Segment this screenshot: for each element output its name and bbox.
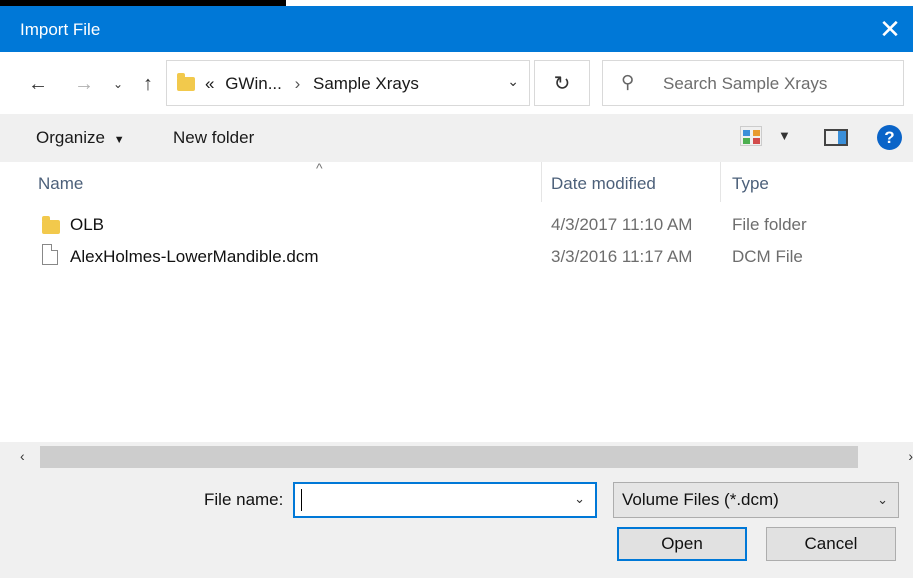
recent-locations-chevron-down-icon[interactable]: ⌄ (106, 72, 130, 96)
file-name-field[interactable]: ⌄ (293, 482, 597, 518)
breadcrumb-item-sample-xrays[interactable]: Sample Xrays (313, 74, 419, 93)
organize-dropdown-icon: ▼ (113, 134, 125, 146)
title-bar: Import File ✕ (0, 6, 913, 52)
list-item[interactable]: OLB 4/3/2017 11:10 AM File folder (0, 210, 913, 242)
change-view-icon[interactable] (740, 126, 762, 146)
command-toolbar: Organize ▼ New folder ▼ ? (0, 114, 913, 162)
help-icon[interactable]: ? (877, 125, 902, 150)
list-item[interactable]: AlexHolmes-LowerMandible.dcm 3/3/2016 11… (0, 242, 913, 274)
organize-label: Organize (36, 128, 105, 147)
cancel-button[interactable]: Cancel (766, 527, 896, 561)
column-header-name[interactable]: Name (38, 174, 83, 194)
folder-icon (42, 216, 60, 234)
folder-icon (177, 73, 195, 91)
document-icon (42, 244, 58, 265)
file-list: ^ Name Date modified Type OLB 4/3/2017 1… (0, 160, 913, 442)
back-arrow-icon[interactable]: ← (26, 72, 50, 96)
refresh-button[interactable]: ↻ (534, 60, 590, 106)
file-type-filter-select[interactable]: Volume Files (*.dcm) ⌄ (613, 482, 899, 518)
preview-pane-icon[interactable] (824, 129, 848, 146)
organize-button[interactable]: Organize ▼ (36, 128, 125, 148)
file-name-label: File name: (204, 490, 284, 509)
text-caret (301, 489, 302, 511)
forward-arrow-icon[interactable]: → (72, 72, 96, 96)
column-header-date-modified[interactable]: Date modified (551, 174, 656, 194)
dialog-title: Import File (20, 20, 101, 39)
search-placeholder: Search Sample Xrays (663, 74, 828, 93)
import-file-dialog: Import File ✕ ← → ⌄ ↑ « GWin... › Sample… (0, 0, 913, 578)
column-header-type[interactable]: Type (732, 174, 769, 194)
close-icon[interactable]: ✕ (875, 14, 905, 44)
breadcrumb-overflow[interactable]: « (205, 74, 214, 93)
file-date-modified: 4/3/2017 11:10 AM (551, 215, 693, 234)
refresh-icon: ↻ (553, 72, 571, 95)
search-input[interactable]: ⚲ Search Sample Xrays (602, 60, 904, 106)
column-header-row: ^ Name Date modified Type (0, 160, 913, 202)
column-divider[interactable] (541, 162, 542, 202)
scroll-right-arrow-icon[interactable]: › (908, 448, 913, 464)
breadcrumb-separator-icon: › (294, 74, 301, 93)
file-name: AlexHolmes-LowerMandible.dcm (70, 247, 319, 266)
file-name: OLB (70, 215, 105, 234)
dialog-footer: File name: ⌄ Volume Files (*.dcm) ⌄ Open… (0, 470, 913, 578)
address-dropdown-chevron-down-icon[interactable]: ⌄ (507, 73, 519, 90)
scroll-left-arrow-icon[interactable]: ‹ (20, 448, 25, 464)
file-name-history-chevron-down-icon[interactable]: ⌄ (574, 491, 585, 507)
open-button[interactable]: Open (617, 527, 747, 561)
breadcrumb-item-gwin[interactable]: GWin... (219, 74, 282, 93)
search-icon: ⚲ (621, 72, 635, 92)
chevron-down-icon: ⌄ (877, 492, 888, 507)
horizontal-scrollbar[interactable]: ‹ › (18, 444, 913, 470)
new-folder-button[interactable]: New folder (173, 128, 254, 148)
address-bar: ← → ⌄ ↑ « GWin... › Sample Xrays ⌄ ↻ ⚲ S… (0, 52, 913, 114)
file-type-filter-value: Volume Files (*.dcm) (622, 490, 779, 509)
scrollbar-thumb[interactable] (40, 446, 858, 468)
file-date-modified: 3/3/2016 11:17 AM (551, 247, 693, 266)
file-type: DCM File (732, 247, 803, 266)
breadcrumb-path: « GWin... › Sample Xrays (205, 74, 419, 94)
column-divider[interactable] (720, 162, 721, 202)
view-options-dropdown-icon[interactable]: ▼ (778, 128, 791, 143)
up-arrow-icon[interactable]: ↑ (136, 72, 160, 96)
file-type: File folder (732, 215, 807, 234)
breadcrumb[interactable]: « GWin... › Sample Xrays ⌄ (166, 60, 530, 106)
sort-ascending-icon: ^ (316, 160, 323, 176)
